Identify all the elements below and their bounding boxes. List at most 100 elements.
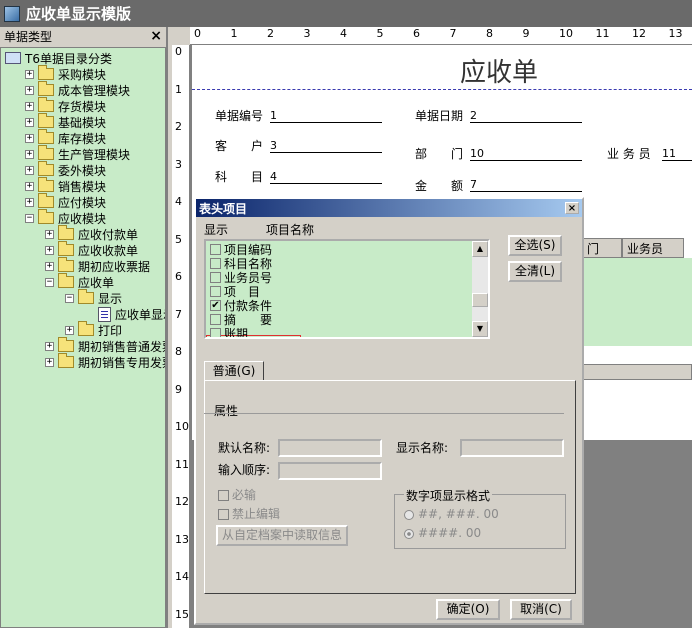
field-value-bill-no[interactable]: 1 xyxy=(270,109,382,123)
tree-item[interactable]: + 存货模块 xyxy=(25,97,106,114)
format-option-2-radio[interactable]: ####. 00 xyxy=(404,526,481,540)
tree-item-label: 应付模块 xyxy=(58,195,107,210)
tree-item[interactable]: + 期初销售专用发票 xyxy=(45,353,165,370)
grid-header-department[interactable]: 门 xyxy=(582,238,622,258)
field-value-customer[interactable]: 3 xyxy=(270,139,382,153)
tree-item[interactable]: + 采购模块 xyxy=(25,65,106,82)
field-label-customer[interactable]: 客 户 xyxy=(215,137,263,154)
tree-item[interactable]: + 基础模块 xyxy=(25,113,106,130)
clear-all-button[interactable]: 全清(L) xyxy=(508,261,562,282)
tree-item[interactable]: + 应付模块 xyxy=(25,193,107,210)
expand-icon[interactable]: + xyxy=(45,229,54,239)
tree-item[interactable]: T6单据目录分类 xyxy=(5,50,112,66)
scroll-down-icon[interactable]: ▼ xyxy=(472,321,488,337)
checkbox-icon[interactable] xyxy=(210,327,221,337)
field-label-salesperson[interactable]: 业 务 员 xyxy=(607,145,651,162)
ruler-tick-label: 0 xyxy=(175,45,182,58)
ruler-tick-label: 0 xyxy=(194,27,201,40)
tree-item[interactable]: + 打印 xyxy=(65,321,122,338)
expand-icon[interactable]: + xyxy=(25,117,34,127)
select-all-button[interactable]: 全选(S) xyxy=(508,235,562,256)
input-order-input[interactable] xyxy=(278,462,382,480)
expand-icon[interactable]: + xyxy=(25,69,34,79)
expand-icon[interactable]: + xyxy=(25,85,34,95)
tree-item[interactable]: + 成本管理模块 xyxy=(25,81,130,98)
tree-item[interactable]: + 销售模块 xyxy=(25,177,106,194)
default-name-input[interactable] xyxy=(278,439,382,457)
expand-icon[interactable]: + xyxy=(45,245,54,255)
folder-icon xyxy=(78,289,94,304)
field-label-bill-no[interactable]: 单据编号 xyxy=(215,107,263,124)
list-vertical-scrollbar[interactable]: ▲ ▼ xyxy=(472,241,488,337)
field-value-salesperson[interactable]: 11 xyxy=(662,147,692,161)
tree-item[interactable]: + 期初应收票据 xyxy=(45,257,150,274)
left-panel-header: 单据类型 × xyxy=(0,27,166,45)
grid-header-salesperson[interactable]: 业务员 xyxy=(622,238,684,258)
tree-item[interactable]: − 应收单 xyxy=(45,273,114,290)
tree-item[interactable]: − 应收模块 xyxy=(25,209,106,226)
scroll-thumb[interactable] xyxy=(472,293,488,307)
collapse-icon[interactable]: − xyxy=(45,277,54,287)
field-value-department[interactable]: 10 xyxy=(470,147,582,161)
folder-icon xyxy=(58,337,74,352)
ruler-tick-label: 5 xyxy=(175,232,182,246)
checkbox-icon[interactable] xyxy=(210,271,221,283)
tree-item-label: 应收单显示 xyxy=(115,307,165,322)
tree-item[interactable]: − 显示 xyxy=(65,289,122,306)
expand-icon[interactable]: + xyxy=(25,181,34,191)
column-header-item-name: 项目名称 xyxy=(266,223,315,237)
field-value-subject[interactable]: 4 xyxy=(270,170,382,184)
expand-icon[interactable]: + xyxy=(25,197,34,207)
tree-item[interactable]: + 期初销售普通发票 xyxy=(45,337,165,354)
checkbox-icon[interactable] xyxy=(210,257,221,269)
tree-item[interactable]: + 应收付款单 xyxy=(45,225,138,242)
read-from-archive-button[interactable]: 从自定档案中读取信息 xyxy=(216,525,348,546)
folder-icon xyxy=(38,65,54,80)
ok-button[interactable]: 确定(O) xyxy=(436,599,500,620)
header-item-label: 账期 xyxy=(224,326,249,339)
checkbox-icon[interactable] xyxy=(210,313,221,325)
folder-icon xyxy=(38,209,54,224)
header-items-list[interactable]: ▲ ▼ 项目编码 科目名称 业务员号项 目 ✔ 付款条件摘 要账期 xyxy=(204,239,490,339)
grid-body[interactable] xyxy=(582,258,692,346)
required-checkbox[interactable]: 必输 xyxy=(218,486,256,503)
tab-general[interactable]: 普通(G) xyxy=(204,361,264,381)
field-label-subject[interactable]: 科 目 xyxy=(215,168,263,185)
tree-item[interactable]: + 应收收款单 xyxy=(45,241,138,258)
document-title[interactable]: 应收单 xyxy=(460,52,538,89)
tree-item[interactable]: + 库存模块 xyxy=(25,129,106,146)
field-label-amount[interactable]: 金 额 xyxy=(415,177,463,194)
cancel-button[interactable]: 取消(C) xyxy=(510,599,572,620)
tree-view[interactable]: T6单据目录分类 + 采购模块 + 成本管理模块 + 存货模块 + 基础模块 + 库存模块 + 生产管理… xyxy=(0,47,166,628)
close-icon[interactable]: × xyxy=(150,28,162,44)
checkbox-checked-icon[interactable]: ✔ xyxy=(210,299,221,311)
checkbox-icon[interactable] xyxy=(210,285,221,297)
field-value-bill-date[interactable]: 2 xyxy=(470,109,582,123)
expand-icon[interactable]: + xyxy=(25,149,34,159)
field-label-bill-date[interactable]: 单据日期 xyxy=(415,107,463,124)
tree-item[interactable]: + 生产管理模块 xyxy=(25,145,130,162)
tree-item-label: T6单据目录分类 xyxy=(25,51,112,66)
ruler-tick-label: 2 xyxy=(175,120,182,133)
field-value-amount[interactable]: 7 xyxy=(470,178,582,192)
expand-icon[interactable]: + xyxy=(25,133,34,143)
tree-item[interactable]: 应收单显示 xyxy=(85,306,165,322)
expand-icon[interactable]: + xyxy=(45,357,54,367)
dialog-close-icon[interactable]: × xyxy=(565,202,579,214)
checkbox-icon[interactable] xyxy=(210,243,221,255)
expand-icon[interactable]: + xyxy=(25,101,34,111)
format-option-1-radio[interactable]: ##, ###. 00 xyxy=(404,507,499,521)
expand-icon[interactable]: + xyxy=(45,261,54,271)
collapse-icon[interactable]: − xyxy=(25,213,34,223)
collapse-icon[interactable]: − xyxy=(65,293,74,303)
expand-icon[interactable]: + xyxy=(45,341,54,351)
scroll-up-icon[interactable]: ▲ xyxy=(472,241,488,257)
header-item-row[interactable]: 账期 xyxy=(210,326,249,339)
display-name-input[interactable] xyxy=(460,439,564,457)
expand-icon[interactable]: + xyxy=(25,165,34,175)
expand-icon[interactable]: + xyxy=(65,325,74,335)
no-edit-checkbox[interactable]: 禁止编辑 xyxy=(218,505,280,522)
tree-item[interactable]: + 委外模块 xyxy=(25,161,106,178)
grid-horizontal-scrollbar[interactable] xyxy=(582,364,692,380)
field-label-department[interactable]: 部 门 xyxy=(415,145,463,162)
